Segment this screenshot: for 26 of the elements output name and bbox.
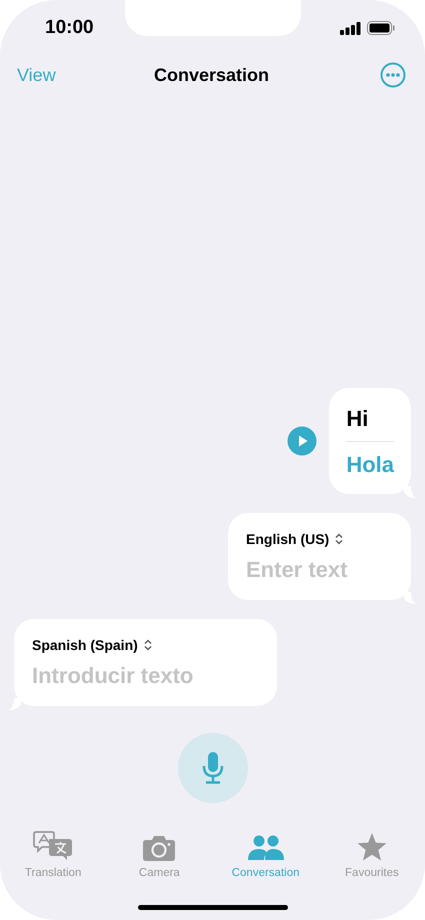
battery-icon — [367, 21, 395, 35]
star-icon — [356, 833, 387, 861]
input-bubble[interactable]: Spanish (Spain) Introducir texto — [14, 619, 277, 706]
camera-icon — [143, 835, 176, 861]
signal-icon — [340, 22, 361, 34]
chevron-updown-icon — [144, 639, 152, 651]
input-bubble[interactable]: English (US) Enter text — [228, 513, 411, 600]
view-link[interactable]: View — [17, 64, 154, 86]
chevron-updown-icon — [335, 533, 344, 545]
more-button[interactable] — [380, 62, 406, 88]
tab[interactable]: Conversation — [212, 829, 319, 879]
microphone-icon — [202, 752, 224, 784]
more-icon — [380, 62, 406, 88]
people-icon — [248, 835, 284, 861]
tab[interactable]: Camera — [106, 829, 212, 879]
status-time: 10:00 — [45, 17, 94, 39]
play-button[interactable] — [287, 426, 318, 456]
source-text: Hi — [346, 404, 394, 442]
language-selector[interactable]: Spanish (Spain) — [32, 637, 152, 653]
language-selector[interactable]: English (US) — [246, 531, 344, 547]
tab[interactable]: Favourites — [318, 829, 425, 879]
screen-title: Conversation — [154, 64, 270, 86]
translate-icon — [33, 831, 74, 861]
translated-text: Hola — [346, 451, 394, 478]
play-icon — [287, 426, 318, 456]
tab[interactable]: Translation — [0, 829, 106, 879]
